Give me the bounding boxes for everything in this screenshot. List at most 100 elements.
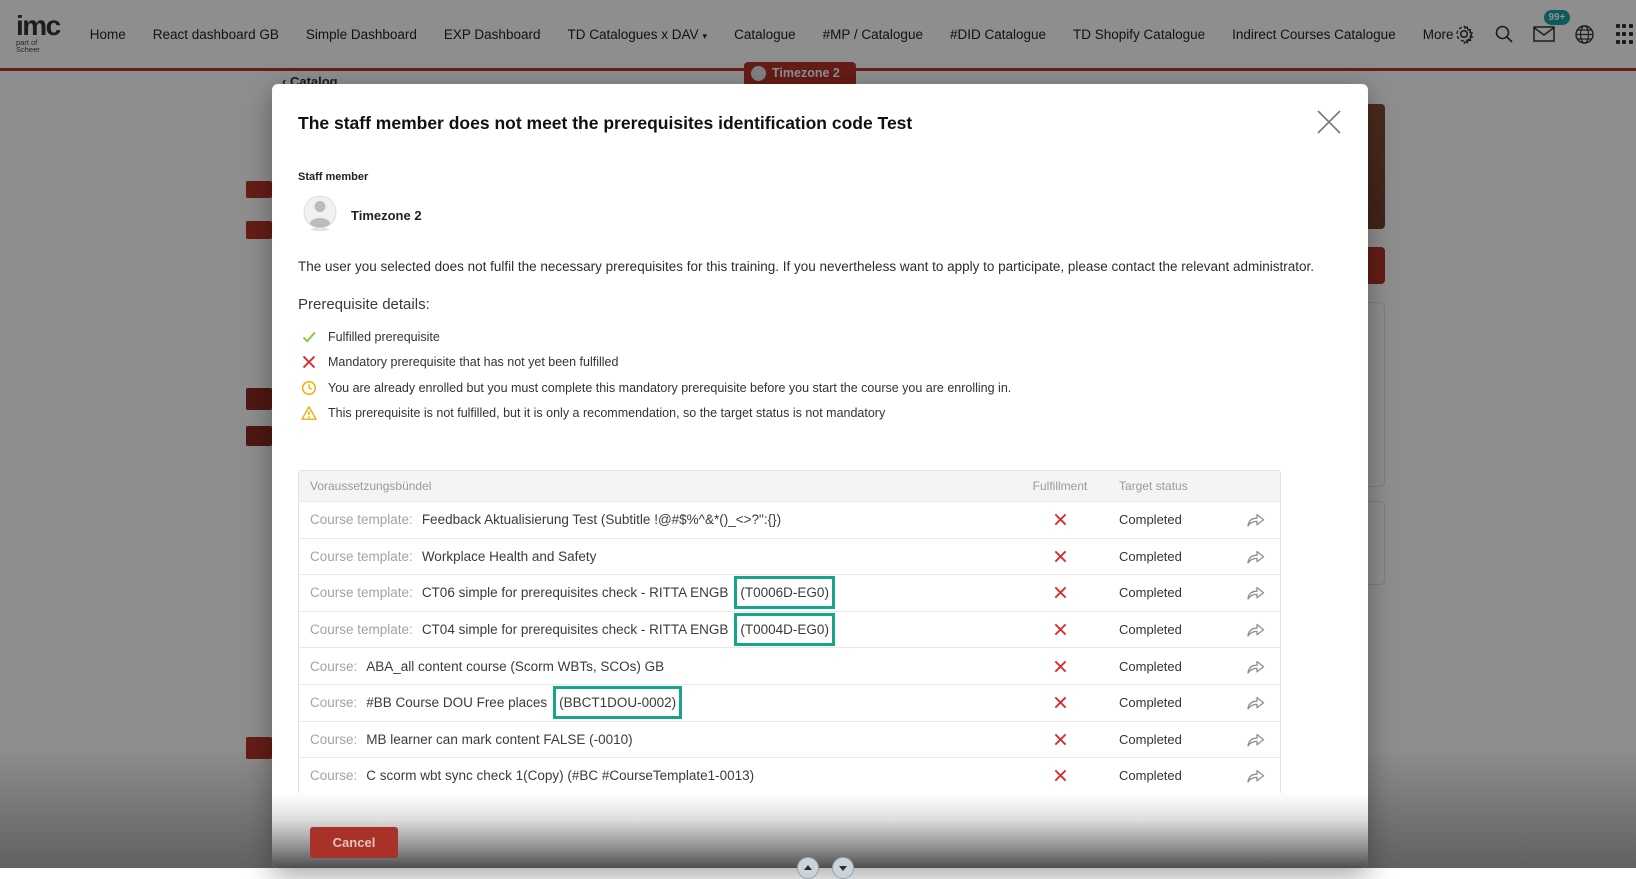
avatar <box>303 194 337 237</box>
table-row: Course template: Feedback Aktualisierung … <box>299 501 1280 538</box>
prerequisite-name-cell: Course: MB learner can mark content FALSE… <box>299 732 1025 747</box>
modal-footer: Cancel <box>272 793 1368 868</box>
target-status-value: Completed <box>1095 585 1230 600</box>
cross-icon <box>1053 585 1068 600</box>
prerequisite-type-label: Course template: <box>310 585 413 600</box>
prerequisite-title: #BB Course DOU Free places <box>366 695 547 710</box>
go-to-course-share-icon[interactable] <box>1230 511 1280 528</box>
identification-code-highlighted: (T0006D-EG0) <box>734 576 835 609</box>
fulfillment-not-met-icon <box>1025 585 1095 600</box>
scroll-down-button[interactable] <box>832 857 854 879</box>
prerequisite-type-label: Course: <box>310 659 357 674</box>
prerequisite-title: CT04 simple for prerequisites check - RI… <box>422 622 729 637</box>
prerequisite-name-cell: Course:#BB Course DOU Free places(BBCT1D… <box>299 695 1025 710</box>
legend-text: Mandatory prerequisite that has not yet … <box>328 355 618 369</box>
target-status-value: Completed <box>1095 695 1230 710</box>
check-icon <box>301 329 317 345</box>
table-row: Course template: CT06 simple for prerequi… <box>299 574 1280 611</box>
target-status-value: Completed <box>1095 622 1230 637</box>
prerequisite-type-label: Course: <box>310 695 357 710</box>
identification-code-highlighted: (T0004D-EG0) <box>734 613 835 646</box>
cross-icon <box>1053 549 1068 564</box>
prerequisites-description: The user you selected does not fulfil th… <box>298 258 1342 276</box>
target-status-value: Completed <box>1095 768 1230 783</box>
fulfillment-not-met-icon <box>1025 768 1095 783</box>
prerequisite-type-label: Course template: <box>310 622 413 637</box>
legend-item: Mandatory prerequisite that has not yet … <box>300 355 1342 370</box>
legend-item: This prerequisite is not fulfilled, but … <box>300 406 1342 421</box>
modal-title: The staff member does not meet the prere… <box>272 84 1368 134</box>
table-row: Course template: Workplace Health and Saf… <box>299 538 1280 575</box>
column-header-target-status: Target status <box>1095 479 1230 493</box>
go-to-course-share-icon[interactable] <box>1230 767 1280 784</box>
share-icon <box>1245 694 1266 711</box>
prerequisites-modal: The staff member does not meet the prere… <box>272 84 1368 868</box>
prerequisite-name-cell: Course template: Workplace Health and Saf… <box>299 549 1025 564</box>
prerequisite-name-cell: Course template: CT04 simple for prerequi… <box>299 622 1025 637</box>
share-icon <box>1245 621 1266 638</box>
fulfillment-not-met-icon <box>1025 622 1095 637</box>
prerequisite-name-cell: Course template: Feedback Aktualisierung … <box>299 512 1025 527</box>
cross-icon <box>1053 659 1068 674</box>
legend-text: Fulfilled prerequisite <box>328 330 440 344</box>
prerequisite-title: Workplace Health and Safety <box>422 549 597 564</box>
share-icon <box>1245 584 1266 601</box>
staff-member-label: Staff member <box>298 171 1342 183</box>
table-row: Course: MB learner can mark content FALSE… <box>299 721 1280 758</box>
prerequisite-details-heading: Prerequisite details: <box>298 296 1342 313</box>
share-icon <box>1245 658 1266 675</box>
share-icon <box>1245 731 1266 748</box>
legend-item: You are already enrolled but you must co… <box>300 381 1342 396</box>
go-to-course-share-icon[interactable] <box>1230 548 1280 565</box>
prerequisite-title: Feedback Aktualisierung Test (Subtitle !… <box>422 512 781 527</box>
cancel-button[interactable]: Cancel <box>310 827 398 858</box>
prerequisites-table: Voraussetzungsbündel Fulfillment Target … <box>298 470 1281 795</box>
prerequisite-title: MB learner can mark content FALSE (-0010… <box>366 732 632 747</box>
cross-icon <box>1053 768 1068 783</box>
prerequisite-type-label: Course template: <box>310 512 413 527</box>
table-row: Course: C scorm wbt sync check 1(Copy) (#… <box>299 757 1280 794</box>
go-to-course-share-icon[interactable] <box>1230 621 1280 638</box>
table-row: Course: ABA_all content course (Scorm WBT… <box>299 647 1280 684</box>
cross-icon <box>1053 512 1068 527</box>
cross-icon <box>301 354 317 370</box>
fulfillment-not-met-icon <box>1025 512 1095 527</box>
target-status-value: Completed <box>1095 512 1230 527</box>
prerequisite-type-label: Course: <box>310 732 357 747</box>
prerequisite-title: C scorm wbt sync check 1(Copy) (#BC #Cou… <box>366 768 754 783</box>
target-status-value: Completed <box>1095 659 1230 674</box>
table-row: Course template: CT04 simple for prerequi… <box>299 611 1280 648</box>
prerequisite-title: ABA_all content course (Scorm WBTs, SCOs… <box>366 659 664 674</box>
cross-icon <box>300 354 317 370</box>
fulfillment-not-met-icon <box>1025 659 1095 674</box>
legend-text: You are already enrolled but you must co… <box>328 381 1011 395</box>
fulfillment-not-met-icon <box>1025 549 1095 564</box>
go-to-course-share-icon[interactable] <box>1230 694 1280 711</box>
close-icon[interactable] <box>1314 108 1344 138</box>
prerequisite-title: CT06 simple for prerequisites check - RI… <box>422 585 729 600</box>
target-status-value: Completed <box>1095 732 1230 747</box>
prerequisite-name-cell: Course: C scorm wbt sync check 1(Copy) (#… <box>299 768 1025 783</box>
go-to-course-share-icon[interactable] <box>1230 731 1280 748</box>
go-to-course-share-icon[interactable] <box>1230 658 1280 675</box>
prerequisite-type-label: Course: <box>310 768 357 783</box>
table-header-row: Voraussetzungsbündel Fulfillment Target … <box>299 471 1280 501</box>
prerequisite-name-cell: Course: ABA_all content course (Scorm WBT… <box>299 659 1025 674</box>
legend-item: Fulfilled prerequisite <box>300 330 1342 345</box>
share-icon <box>1245 548 1266 565</box>
table-row: Course:#BB Course DOU Free places(BBCT1D… <box>299 684 1280 721</box>
fulfillment-not-met-icon <box>1025 695 1095 710</box>
warning-icon <box>300 405 317 421</box>
clock-icon <box>300 380 317 396</box>
check-icon <box>300 329 317 345</box>
scroll-up-button[interactable] <box>797 857 819 879</box>
column-header-fulfillment: Fulfillment <box>1025 479 1095 493</box>
staff-member-name: Timezone 2 <box>351 208 422 223</box>
prerequisite-type-label: Course template: <box>310 549 413 564</box>
share-icon <box>1245 511 1266 528</box>
legend-text: This prerequisite is not fulfilled, but … <box>328 406 885 420</box>
warning-icon <box>301 405 317 421</box>
legend-list: Fulfilled prerequisite Mandatory prerequi… <box>300 330 1342 422</box>
prerequisite-name-cell: Course template: CT06 simple for prerequi… <box>299 585 1025 600</box>
go-to-course-share-icon[interactable] <box>1230 584 1280 601</box>
